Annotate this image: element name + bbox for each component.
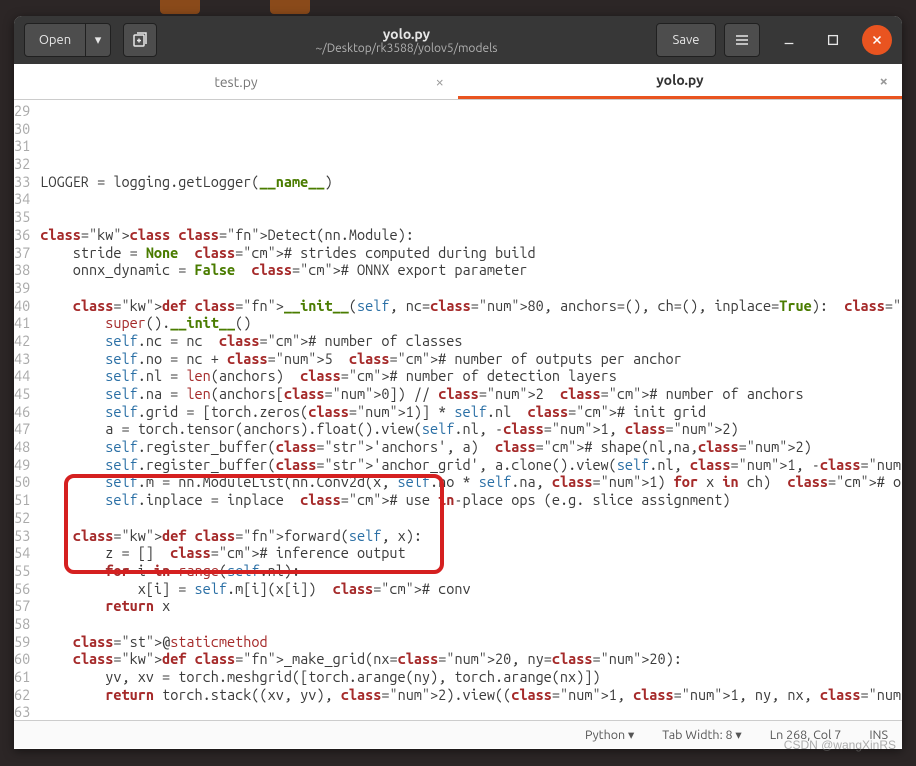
tab-yolo-py[interactable]: yolo.py × <box>458 64 902 99</box>
tab-bar: test.py × yolo.py × <box>14 64 902 100</box>
code-area[interactable]: LOGGER = logging.getLogger(__name__)clas… <box>36 100 902 720</box>
status-bar: Python ▾ Tab Width: 8 ▾ Ln 268, Col 7 IN… <box>14 720 902 748</box>
close-icon[interactable]: × <box>436 73 444 90</box>
open-button[interactable]: Open <box>24 23 86 57</box>
close-icon[interactable]: × <box>880 72 888 89</box>
title-filepath: ~/Desktop/rk3588/yolov5/models <box>165 42 648 55</box>
line-gutter: 2930313233343536373839404142434445464748… <box>14 100 36 720</box>
hamburger-menu-button[interactable] <box>724 23 760 57</box>
tabwidth-selector[interactable]: Tab Width: 8 ▾ <box>662 727 741 742</box>
open-dropdown[interactable]: ▾ <box>85 23 111 57</box>
maximize-button[interactable] <box>818 25 848 55</box>
save-button[interactable]: Save <box>656 23 716 57</box>
minimize-button[interactable] <box>774 25 804 55</box>
tab-label: yolo.py <box>656 72 703 88</box>
title-filename: yolo.py <box>165 26 648 42</box>
tab-label: test.py <box>214 74 257 90</box>
editor-window: Open ▾ yolo.py ~/Desktop/rk3588/yolov5/m… <box>14 16 902 749</box>
titlebar: Open ▾ yolo.py ~/Desktop/rk3588/yolov5/m… <box>14 16 902 64</box>
watermark: CSDN @wangXinRS <box>784 738 896 752</box>
code-editor[interactable]: 2930313233343536373839404142434445464748… <box>14 100 902 720</box>
close-button[interactable] <box>862 25 892 55</box>
window-title: yolo.py ~/Desktop/rk3588/yolov5/models <box>165 26 648 55</box>
tab-test-py[interactable]: test.py × <box>14 64 458 99</box>
language-selector[interactable]: Python ▾ <box>585 727 634 742</box>
new-tab-button[interactable] <box>123 23 157 57</box>
